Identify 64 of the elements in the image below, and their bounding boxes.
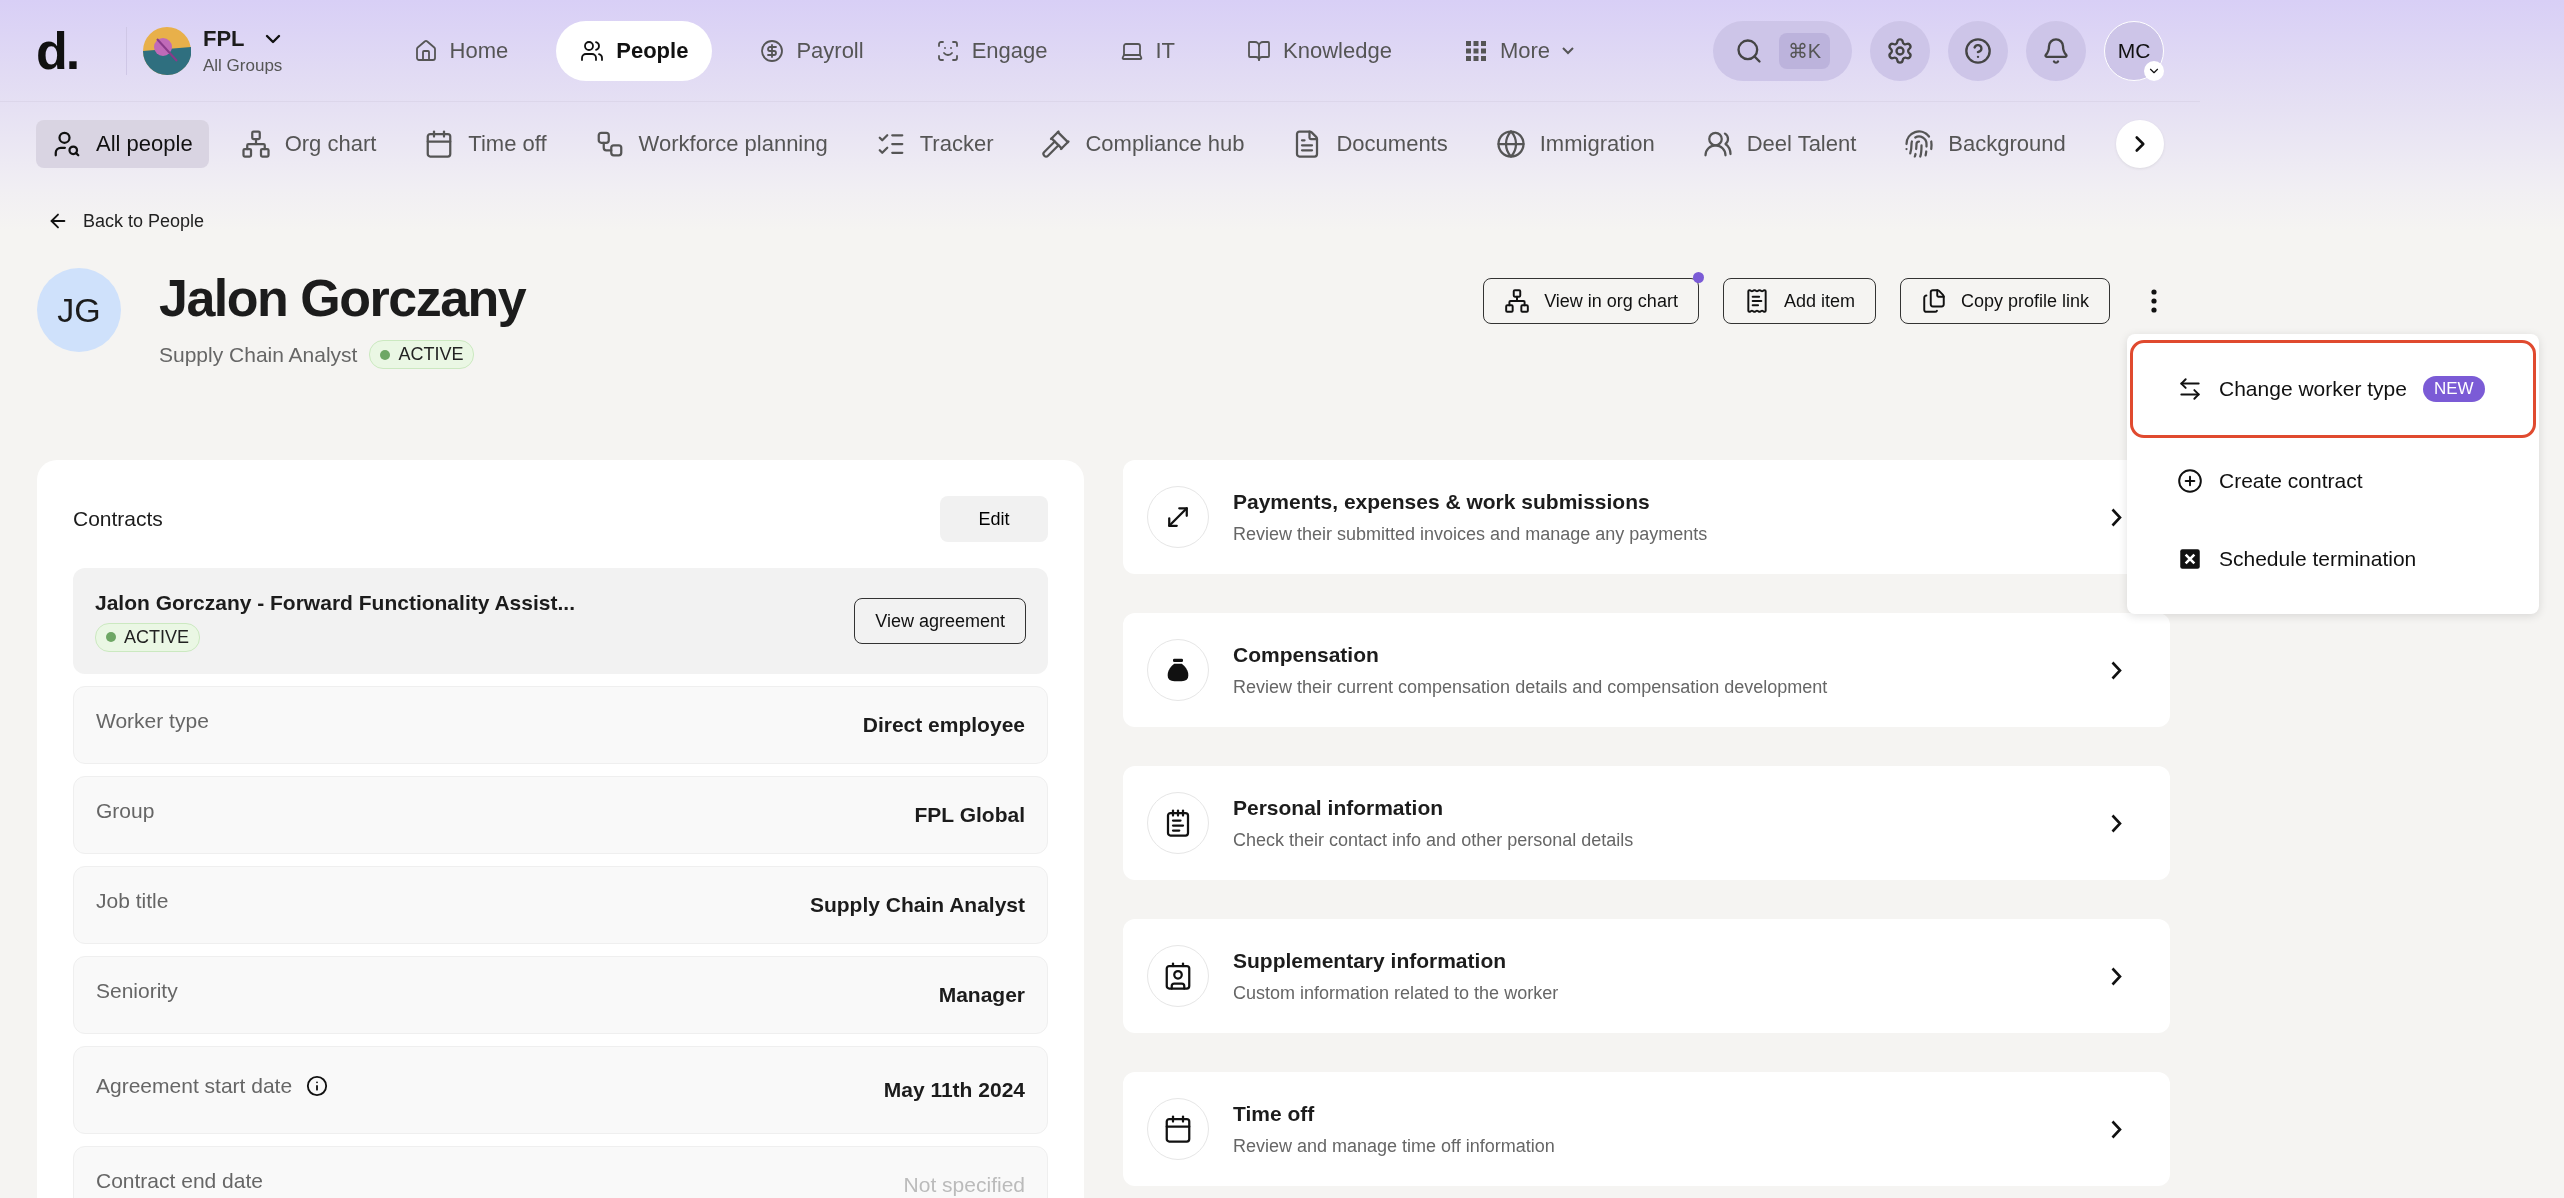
field-label: Worker type — [96, 709, 209, 733]
profile-name: Jalon Gorczany — [159, 268, 526, 329]
action-button[interactable]: View in org chart — [1483, 278, 1699, 324]
new-badge: NEW — [2422, 376, 2485, 402]
section-title: Payments, expenses & work submissions — [1233, 489, 1651, 514]
field-value: FPL Global — [914, 803, 1025, 827]
search-button[interactable]: ⌘K — [1712, 20, 1852, 81]
subnav-tab[interactable]: Deel Talent — [1686, 120, 1873, 168]
profile-avatar: JG — [37, 268, 121, 352]
nav-tab[interactable]: People — [556, 20, 713, 81]
view-agreement-button[interactable]: View agreement — [854, 598, 1026, 644]
subnav-tab[interactable]: Time off — [408, 120, 563, 168]
field-value: Not specified — [903, 1173, 1025, 1197]
field-label: Job title — [96, 889, 169, 913]
field-value: Supply Chain Analyst — [809, 893, 1025, 917]
field-value: Direct employee — [862, 713, 1025, 737]
status-badge: ACTIVE — [369, 340, 475, 369]
job-title: Supply Chain Analyst — [159, 342, 358, 367]
section-title: Supplementary information — [1233, 948, 1508, 973]
subnav-tab[interactable]: Workforce planning — [578, 120, 844, 168]
section-title: Compensation — [1233, 642, 1380, 667]
nav-tab[interactable]: More — [1439, 20, 1599, 81]
nav-tab[interactable]: Knowledge — [1223, 20, 1416, 81]
subnav-tab[interactable]: Compliance hub — [1025, 120, 1261, 168]
org-subtitle: All Groups — [203, 55, 284, 76]
section-title: Time off — [1233, 1101, 1316, 1126]
section-card[interactable]: Time off Review and manage time off information — [1123, 1072, 2170, 1186]
contract-title: Jalon Gorczany - Forward Functionality Assist... — [95, 590, 575, 615]
section-card[interactable]: Supplementary information Custom information related to the worker — [1123, 919, 2170, 1033]
section-description: Review and manage time off information — [1233, 1135, 1556, 1157]
org-name[interactable]: FPL — [203, 25, 245, 52]
nav-tab[interactable]: IT — [1095, 20, 1200, 81]
subnav-tab[interactable]: Immigration — [1479, 120, 1671, 168]
logo[interactable]: d. — [36, 20, 126, 81]
subnav-tab[interactable]: Documents — [1276, 120, 1464, 168]
back-link[interactable]: Back to People — [47, 210, 205, 232]
card-title: Contracts — [73, 507, 163, 531]
subnav-tab[interactable]: Tracker — [859, 120, 1010, 168]
section-description: Review their submitted invoices and manage any payments — [1233, 523, 1709, 545]
field-label: Seniority — [96, 979, 178, 1003]
nav-tab[interactable]: Payroll — [736, 20, 888, 81]
user-avatar[interactable]: MC — [2104, 20, 2164, 81]
section-title: Personal information — [1233, 795, 1445, 820]
section-description: Custom information related to the worker — [1233, 982, 1560, 1004]
edit-button[interactable]: Edit — [940, 496, 1048, 542]
section-description: Review their current compensation details and compensation development — [1233, 676, 1829, 698]
nav-tab[interactable]: Engage — [911, 20, 1072, 81]
field-value: May 11th 2024 — [883, 1078, 1025, 1102]
status-badge: ACTIVE — [95, 622, 200, 652]
section-card[interactable]: Personal information Check their contact info and other personal details — [1123, 766, 2170, 880]
field-value: Manager — [938, 983, 1025, 1007]
field-label: Agreement start date — [96, 1074, 293, 1098]
menu-item[interactable]: Change worker type NEW — [2130, 340, 2536, 438]
field-label: Contract end date — [96, 1169, 263, 1193]
subnav-tab[interactable]: All people — [36, 120, 209, 168]
section-card[interactable]: Compensation Review their current compensation details and compensation development — [1123, 613, 2170, 727]
subnav-tab[interactable]: Background — [1888, 120, 2082, 168]
nav-tab[interactable]: Home — [389, 20, 533, 81]
subnav-tab[interactable]: Org chart — [224, 120, 393, 168]
action-button[interactable]: Copy profile link — [1899, 278, 2110, 324]
field-label: Group — [96, 799, 155, 823]
action-button[interactable]: Add item — [1722, 278, 1876, 324]
section-description: Check their contact info and other personal details — [1233, 829, 1635, 851]
shortcut-key: ⌘K — [1778, 32, 1830, 69]
